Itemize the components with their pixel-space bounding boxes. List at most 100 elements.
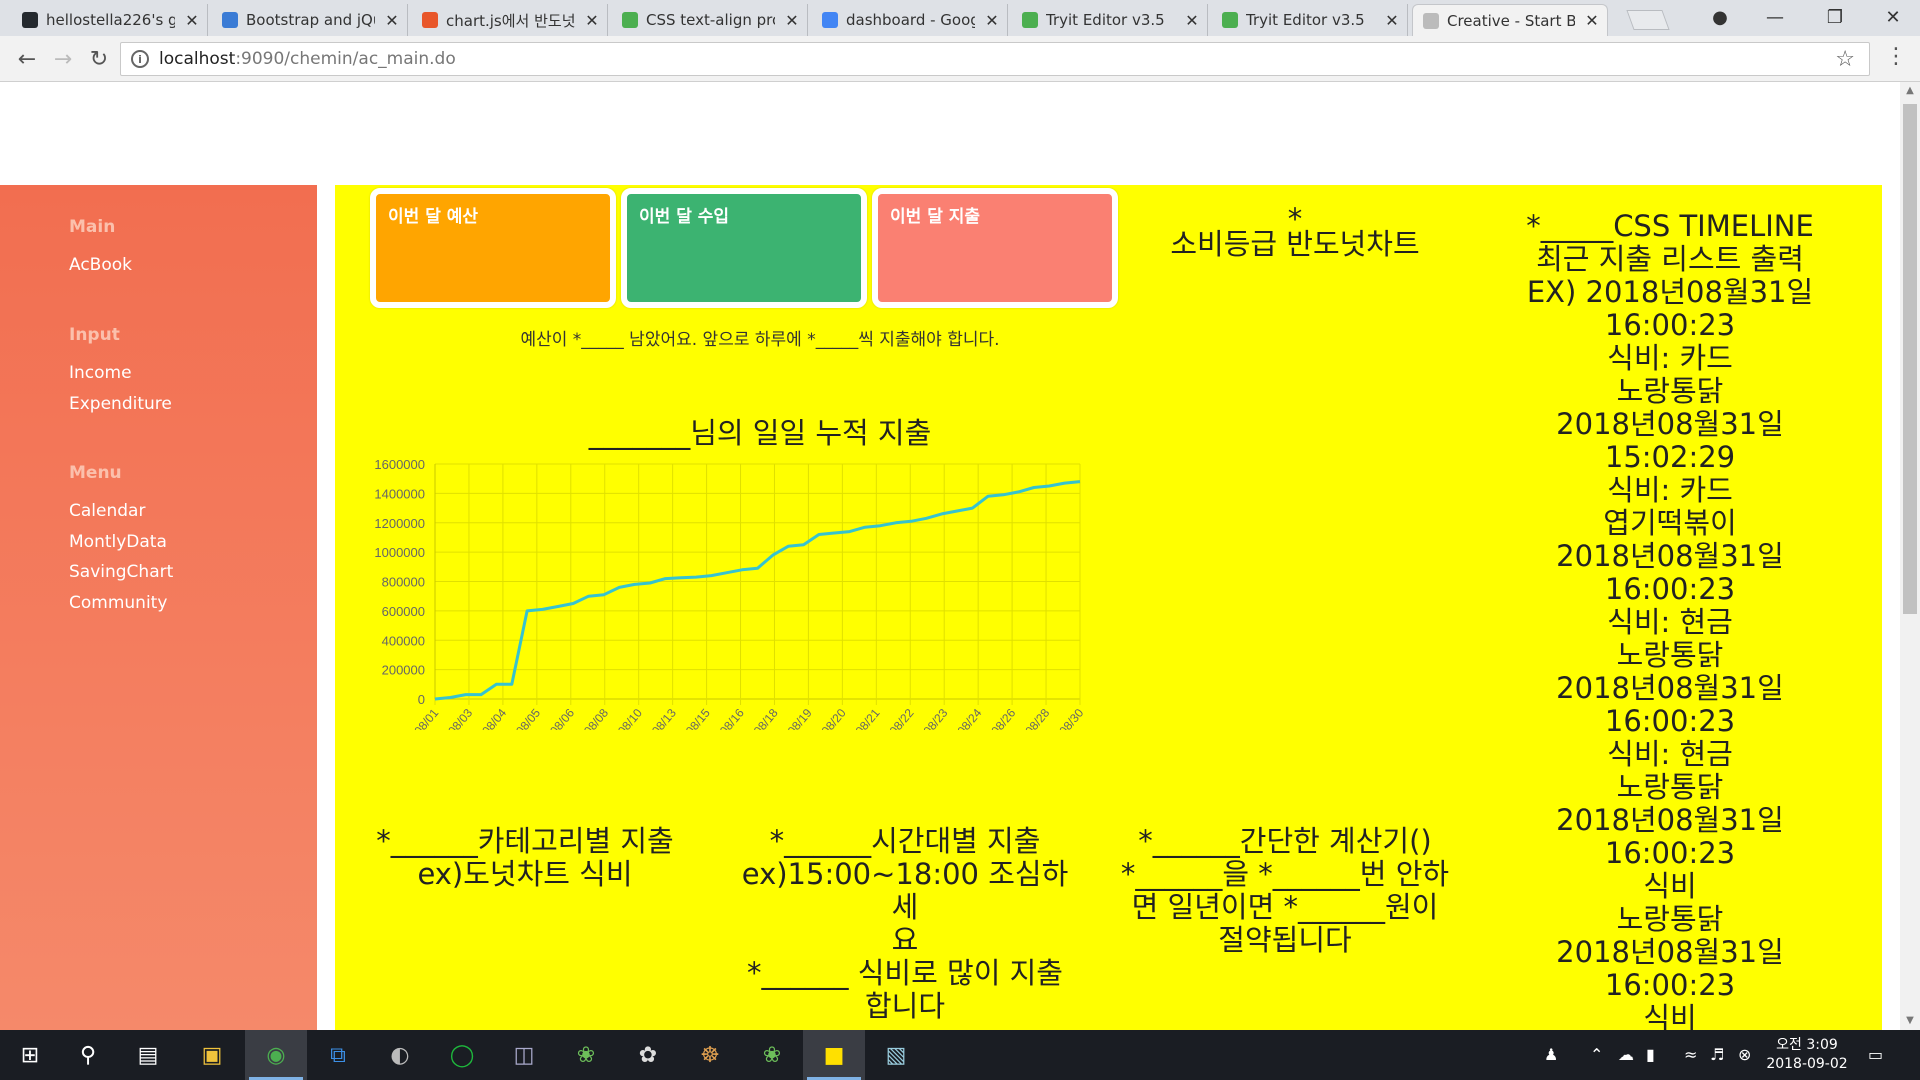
windows-start-icon[interactable]: ⊞ bbox=[14, 1039, 46, 1071]
kakaotalk-icon[interactable]: ■ bbox=[818, 1039, 850, 1071]
text-line: 엽기떡볶이 bbox=[1603, 506, 1737, 540]
profile-icon[interactable]: ● bbox=[1695, 0, 1745, 34]
page-scrollbar[interactable]: ▲ ▼ bbox=[1900, 82, 1920, 1030]
tab-close-icon[interactable]: ✕ bbox=[983, 11, 1001, 30]
sidebar-item-calendar[interactable]: Calendar bbox=[69, 501, 145, 521]
x-tick-label: 08/22 bbox=[887, 706, 917, 730]
y-tick-label: 200000 bbox=[382, 663, 425, 678]
spring-icon[interactable]: ❀ bbox=[570, 1039, 602, 1071]
menu-kebab-icon[interactable]: ⋮ bbox=[1885, 44, 1907, 69]
scroll-down-icon[interactable]: ▼ bbox=[1900, 1012, 1920, 1030]
restore-icon[interactable]: ❐ bbox=[1810, 0, 1860, 34]
text-line: 식비 bbox=[1643, 869, 1697, 903]
tab-title: Tryit Editor v3.5 bbox=[1046, 11, 1165, 29]
browser-tab[interactable]: Tryit Editor v3.5 ✕ bbox=[1012, 4, 1208, 36]
text-line: 노랑통닭 bbox=[1616, 374, 1724, 408]
browser-tab[interactable]: dashboard - Goog ✕ bbox=[812, 4, 1008, 36]
search-icon[interactable]: ⚲ bbox=[72, 1039, 104, 1071]
wifi-icon[interactable]: ≈ bbox=[1684, 1045, 1697, 1064]
info-icon[interactable]: i bbox=[131, 50, 149, 68]
battery-icon[interactable]: ▮ bbox=[1646, 1045, 1655, 1064]
reload-icon[interactable]: ↻ bbox=[84, 44, 114, 74]
chevron-up-icon[interactable]: ⌃ bbox=[1590, 1045, 1603, 1064]
tab-close-icon[interactable]: ✕ bbox=[1183, 11, 1201, 30]
sidebar-item-savingchart[interactable]: SavingChart bbox=[69, 562, 173, 582]
text-line: ex)도넛차트 식비 bbox=[417, 857, 633, 891]
x-tick-label: 08/21 bbox=[853, 706, 883, 730]
text-line: 2018년08월31일 bbox=[1556, 935, 1784, 969]
budget-card[interactable]: 이번 달 예산 bbox=[370, 188, 616, 308]
text-line: 16:00:23 bbox=[1604, 836, 1736, 870]
sidebar-item-community[interactable]: Community bbox=[69, 593, 167, 613]
text-line: 절약됩니다 bbox=[1218, 923, 1352, 957]
x-tick-label: 08/15 bbox=[683, 706, 713, 730]
notification-icon[interactable]: ▭ bbox=[1868, 1045, 1883, 1064]
address-bar[interactable]: i localhost:9090/chemin/ac_main.do ☆ bbox=[120, 42, 1870, 76]
notepad-icon[interactable]: ▧ bbox=[880, 1039, 912, 1071]
y-tick-label: 400000 bbox=[382, 633, 425, 648]
network-app-icon[interactable]: ✿ bbox=[632, 1039, 664, 1071]
series-line bbox=[434, 480, 1081, 701]
ime-icon[interactable]: ⊗ bbox=[1738, 1045, 1751, 1064]
tab-close-icon[interactable]: ✕ bbox=[183, 11, 201, 30]
browser-tab[interactable]: hellostella226's gis ✕ bbox=[12, 4, 208, 36]
github-icon bbox=[22, 12, 38, 28]
text-line: *______을 *______번 안하 bbox=[1120, 857, 1450, 891]
text-line: 16:00:23 bbox=[1604, 704, 1736, 738]
browser-tab[interactable]: Bootstrap and jQu ✕ bbox=[212, 4, 408, 36]
w3schools-icon bbox=[1222, 12, 1238, 28]
browser-tab[interactable]: Creative - Start Bo ✕ bbox=[1412, 4, 1608, 36]
expense-card[interactable]: 이번 달 지출 bbox=[872, 188, 1118, 308]
taskbar-clock[interactable]: 오전 3:09 2018-09-02 bbox=[1762, 1036, 1852, 1074]
x-tick-label: 08/10 bbox=[615, 706, 645, 730]
text-line: 최근 지출 리스트 출력 bbox=[1536, 242, 1804, 276]
sidebar-item-montlydata[interactable]: MontlyData bbox=[69, 532, 167, 552]
back-arrow-icon[interactable]: ← bbox=[12, 44, 42, 74]
close-window-icon[interactable]: ✕ bbox=[1868, 0, 1918, 34]
spring-tool-icon[interactable]: ❀ bbox=[756, 1039, 788, 1071]
volume-icon[interactable]: ♬ bbox=[1710, 1045, 1724, 1064]
browser-tab[interactable]: CSS text-align prop ✕ bbox=[612, 4, 808, 36]
vscode-icon[interactable]: ⧉ bbox=[322, 1039, 354, 1071]
income-card[interactable]: 이번 달 수입 bbox=[621, 188, 867, 308]
text-line: 15:02:29 bbox=[1604, 440, 1736, 474]
tab-close-icon[interactable]: ✕ bbox=[383, 11, 401, 30]
app-green-icon[interactable]: ◯ bbox=[446, 1039, 478, 1071]
y-tick-label: 1200000 bbox=[374, 516, 425, 531]
text-line: *______ 식비로 많이 지출 bbox=[747, 956, 1063, 990]
bookmark-star-icon[interactable]: ☆ bbox=[1835, 47, 1855, 72]
tab-close-icon[interactable]: ✕ bbox=[1383, 11, 1401, 30]
browser-tab-bar: Creative - Start Bo ✕ Tryit Editor v3.5 ✕ Tr… bbox=[0, 0, 1920, 36]
cloud-icon[interactable]: ☁ bbox=[1618, 1045, 1634, 1064]
scroll-up-icon[interactable]: ▲ bbox=[1900, 82, 1920, 100]
text-line: 노랑통닭 bbox=[1616, 770, 1724, 804]
minimize-icon[interactable]: — bbox=[1750, 0, 1800, 34]
text-line: 식비: 카드 bbox=[1607, 341, 1733, 375]
sidebar-heading: Main bbox=[69, 217, 116, 237]
text-line: 2018년08월31일 bbox=[1556, 671, 1784, 705]
timeline-list: *_____CSS TIMELINE 최근 지출 리스트 출력 EX) 2018년0… bbox=[1500, 210, 1840, 1031]
file-explorer-icon[interactable]: ▣ bbox=[196, 1039, 228, 1071]
daily-cumulative-expense-chart: 0 200000 400000 600000 800000 1000000 1200000 1… bbox=[374, 457, 1086, 730]
task-view-icon[interactable]: ▤ bbox=[132, 1039, 164, 1071]
new-tab-button[interactable] bbox=[1626, 10, 1670, 30]
paint-icon[interactable]: ☸ bbox=[694, 1039, 726, 1071]
eclipse-icon[interactable]: ◐ bbox=[384, 1039, 416, 1071]
browser-tab[interactable]: chart.js에서 반도넛 ✕ bbox=[412, 4, 608, 36]
text-line: 2018년08월31일 bbox=[1556, 539, 1784, 573]
forward-arrow-icon[interactable]: → bbox=[48, 44, 78, 74]
text-line: * bbox=[1287, 202, 1303, 236]
y-tick-label: 600000 bbox=[382, 604, 425, 619]
sidebar-item-expenditure[interactable]: Expenditure bbox=[69, 394, 172, 414]
tab-close-icon[interactable]: ✕ bbox=[583, 11, 601, 30]
people-icon[interactable]: ♟ bbox=[1544, 1045, 1558, 1064]
chrome-icon[interactable]: ◉ bbox=[260, 1039, 292, 1071]
x-tick-label: 08/30 bbox=[1056, 706, 1086, 730]
sidebar-item-acbook[interactable]: AcBook bbox=[69, 255, 132, 275]
browser-tab[interactable]: Tryit Editor v3.5 ✕ bbox=[1212, 4, 1408, 36]
scrollbar-thumb[interactable] bbox=[1903, 104, 1917, 614]
tab-close-icon[interactable]: ✕ bbox=[783, 11, 801, 30]
database-icon[interactable]: ◫ bbox=[508, 1039, 540, 1071]
sidebar-item-income[interactable]: Income bbox=[69, 363, 132, 383]
tab-close-icon[interactable]: ✕ bbox=[1583, 11, 1601, 30]
